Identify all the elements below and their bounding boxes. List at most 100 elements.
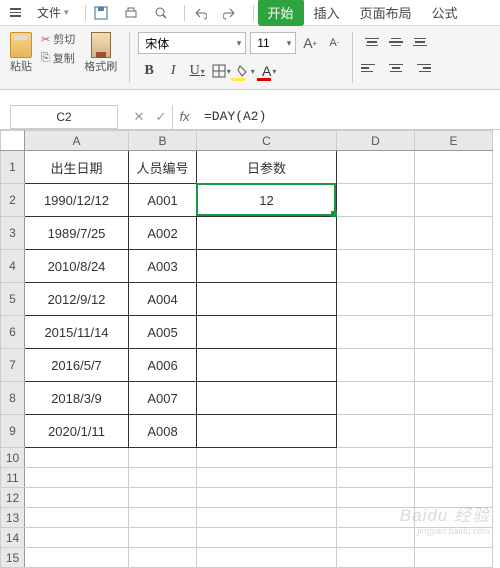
- cell[interactable]: A003: [129, 250, 197, 283]
- cell[interactable]: 2016/5/7: [25, 349, 129, 382]
- cell[interactable]: [415, 468, 493, 488]
- cell[interactable]: A005: [129, 316, 197, 349]
- cell[interactable]: [25, 468, 129, 488]
- cell[interactable]: [337, 548, 415, 568]
- cell[interactable]: [197, 508, 337, 528]
- cell[interactable]: [415, 217, 493, 250]
- cell[interactable]: A002: [129, 217, 197, 250]
- fx-button[interactable]: fx: [172, 105, 196, 129]
- cell[interactable]: [337, 217, 415, 250]
- cell[interactable]: [197, 349, 337, 382]
- cell[interactable]: 2012/9/12: [25, 283, 129, 316]
- cell[interactable]: [337, 382, 415, 415]
- select-all-corner[interactable]: [1, 131, 25, 151]
- cell[interactable]: [197, 415, 337, 448]
- redo-icon[interactable]: [219, 4, 241, 22]
- cell[interactable]: [129, 448, 197, 468]
- cell[interactable]: [337, 184, 415, 217]
- format-painter-button[interactable]: 格式刷: [80, 30, 121, 76]
- cell[interactable]: [25, 528, 129, 548]
- row-header[interactable]: 6: [1, 316, 25, 349]
- save-icon[interactable]: [90, 4, 112, 22]
- cell[interactable]: [197, 468, 337, 488]
- row-header[interactable]: 3: [1, 217, 25, 250]
- cell[interactable]: [337, 468, 415, 488]
- cell[interactable]: [197, 528, 337, 548]
- cell[interactable]: 日参数: [197, 151, 337, 184]
- cut-button[interactable]: ✂剪切: [39, 30, 77, 48]
- italic-button[interactable]: I: [162, 60, 184, 82]
- row-header[interactable]: 11: [1, 468, 25, 488]
- cell[interactable]: [129, 528, 197, 548]
- row-header[interactable]: 7: [1, 349, 25, 382]
- tab-start[interactable]: 开始: [258, 0, 304, 26]
- cell[interactable]: 2020/1/11: [25, 415, 129, 448]
- row-header[interactable]: 1: [1, 151, 25, 184]
- cell[interactable]: [197, 217, 337, 250]
- cell[interactable]: [415, 316, 493, 349]
- cell[interactable]: [337, 250, 415, 283]
- cell[interactable]: [337, 283, 415, 316]
- font-name-select[interactable]: 宋体: [138, 32, 246, 54]
- row-header[interactable]: 12: [1, 488, 25, 508]
- cell[interactable]: [415, 382, 493, 415]
- cell[interactable]: 2018/3/9: [25, 382, 129, 415]
- border-button[interactable]: [210, 60, 232, 82]
- cell[interactable]: 1989/7/25: [25, 217, 129, 250]
- cell[interactable]: [197, 316, 337, 349]
- cell[interactable]: 12: [197, 184, 337, 217]
- align-left-button[interactable]: [361, 58, 383, 78]
- col-header-c[interactable]: C: [197, 131, 337, 151]
- cell[interactable]: [197, 448, 337, 468]
- underline-button[interactable]: U: [186, 60, 208, 82]
- row-header[interactable]: 2: [1, 184, 25, 217]
- cell[interactable]: [197, 548, 337, 568]
- cell[interactable]: 1990/12/12: [25, 184, 129, 217]
- cell[interactable]: 人员编号: [129, 151, 197, 184]
- cell[interactable]: [337, 448, 415, 468]
- cell[interactable]: [415, 448, 493, 468]
- tab-layout[interactable]: 页面布局: [350, 0, 422, 26]
- cell[interactable]: A004: [129, 283, 197, 316]
- font-color-button[interactable]: A: [258, 60, 280, 82]
- cell[interactable]: [129, 488, 197, 508]
- paste-button[interactable]: 粘贴: [6, 30, 36, 76]
- cell[interactable]: A001: [129, 184, 197, 217]
- col-header-d[interactable]: D: [337, 131, 415, 151]
- name-box[interactable]: C2: [10, 105, 118, 129]
- cell[interactable]: [415, 283, 493, 316]
- cell[interactable]: A008: [129, 415, 197, 448]
- accept-icon[interactable]: ✓: [150, 105, 172, 129]
- cell[interactable]: [25, 548, 129, 568]
- cell[interactable]: [415, 250, 493, 283]
- align-right-button[interactable]: [409, 58, 431, 78]
- cell[interactable]: [129, 548, 197, 568]
- bold-button[interactable]: B: [138, 60, 160, 82]
- align-center-button[interactable]: [385, 58, 407, 78]
- cell[interactable]: [129, 508, 197, 528]
- cell[interactable]: [337, 415, 415, 448]
- cell[interactable]: [415, 548, 493, 568]
- font-size-select[interactable]: 11: [250, 32, 296, 54]
- align-top-button[interactable]: [361, 32, 383, 52]
- row-header[interactable]: 14: [1, 528, 25, 548]
- cell[interactable]: [25, 488, 129, 508]
- col-header-b[interactable]: B: [129, 131, 197, 151]
- row-header[interactable]: 10: [1, 448, 25, 468]
- tab-formula[interactable]: 公式: [422, 0, 468, 26]
- row-header[interactable]: 15: [1, 548, 25, 568]
- copy-button[interactable]: ⎘复制: [39, 49, 77, 67]
- app-menu-button[interactable]: [6, 6, 25, 19]
- cell[interactable]: [25, 448, 129, 468]
- cell[interactable]: [197, 382, 337, 415]
- cell[interactable]: [415, 151, 493, 184]
- cell[interactable]: [129, 468, 197, 488]
- col-header-e[interactable]: E: [415, 131, 493, 151]
- row-header[interactable]: 5: [1, 283, 25, 316]
- align-middle-button[interactable]: [385, 32, 407, 52]
- align-bottom-button[interactable]: [409, 32, 431, 52]
- cell[interactable]: [197, 488, 337, 508]
- cell[interactable]: [415, 415, 493, 448]
- cell[interactable]: 出生日期: [25, 151, 129, 184]
- cell[interactable]: [337, 349, 415, 382]
